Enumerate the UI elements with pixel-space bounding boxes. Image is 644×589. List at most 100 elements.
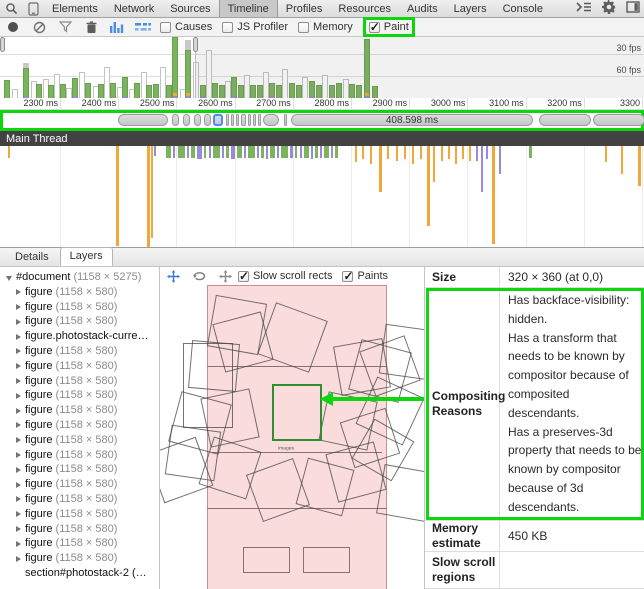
layer-outline[interactable] — [379, 324, 425, 380]
frame-pill[interactable] — [263, 114, 279, 126]
disclosure-triangle-icon[interactable] — [16, 511, 21, 517]
frame-pill[interactable] — [183, 114, 190, 126]
checkbox-causes[interactable]: Causes — [160, 21, 212, 33]
selected-layer-rect[interactable] — [272, 384, 322, 441]
frame-pill[interactable] — [194, 114, 201, 126]
disclosure-triangle-icon[interactable] — [6, 276, 12, 281]
frame-pill[interactable] — [539, 114, 591, 126]
layer-tree-item[interactable]: figure(1158 × 580) — [0, 344, 159, 359]
flame-event-bar[interactable] — [231, 146, 235, 159]
disclosure-triangle-icon[interactable] — [16, 393, 21, 399]
show-drawer-icon[interactable] — [576, 1, 592, 16]
checkbox-memory[interactable]: Memory — [298, 21, 353, 33]
frame-pill[interactable] — [118, 114, 168, 126]
tab-layers[interactable]: Layers — [60, 247, 113, 266]
layer-tree-item[interactable]: figure(1158 × 580) — [0, 477, 159, 492]
disclosure-triangle-icon[interactable] — [16, 304, 21, 310]
flame-event-bar[interactable] — [529, 146, 532, 158]
flame-event-bar[interactable] — [441, 146, 443, 161]
flame-event-bar[interactable] — [222, 146, 224, 158]
disclosure-triangle-icon[interactable] — [16, 452, 21, 458]
flame-event-bar[interactable] — [226, 146, 229, 158]
frame-pill[interactable] — [284, 114, 287, 126]
tab-resources[interactable]: Resources — [330, 0, 399, 17]
layer-tree-item[interactable]: figure(1158 × 580) — [0, 359, 159, 374]
flame-event-bar[interactable] — [448, 146, 450, 159]
flame-event-bar[interactable] — [486, 146, 488, 159]
tab-profiles[interactable]: Profiles — [278, 0, 331, 17]
flame-event-bar[interactable] — [420, 146, 422, 159]
flame-event-bar[interactable] — [492, 146, 495, 244]
frame-pill[interactable] — [236, 114, 239, 126]
frame-pill[interactable] — [241, 114, 246, 126]
record-icon[interactable] — [0, 18, 26, 36]
flame-event-bar[interactable] — [178, 146, 185, 158]
frame-pill[interactable] — [248, 114, 251, 126]
flame-event-bar[interactable] — [481, 146, 483, 192]
device-icon[interactable] — [22, 0, 44, 17]
frames-band[interactable]: 408.598 ms — [0, 110, 644, 131]
layer-tree-item[interactable]: figure(1158 × 580) — [0, 388, 159, 403]
frame-pill[interactable] — [593, 114, 644, 126]
flame-event-bar[interactable] — [244, 146, 246, 158]
flame-event-bar[interactable] — [213, 146, 220, 158]
disclosure-triangle-icon[interactable] — [16, 541, 21, 547]
flame-event-bar[interactable] — [412, 146, 414, 164]
layer-tree-item[interactable]: section#photostack-2 (… — [0, 566, 159, 581]
flame-event-bar[interactable] — [147, 146, 150, 248]
layer-tree-item[interactable]: figure(1158 × 580) — [0, 314, 159, 329]
search-icon[interactable] — [0, 0, 22, 17]
frame-pill[interactable] — [231, 114, 234, 126]
layer-outline[interactable] — [188, 340, 240, 392]
disclosure-triangle-icon[interactable] — [16, 408, 21, 414]
disclosure-triangle-icon[interactable] — [16, 437, 21, 443]
layer-tree-item[interactable]: figure(1158 × 580) — [0, 448, 159, 463]
disclosure-triangle-icon[interactable] — [16, 496, 21, 502]
frame-pill[interactable] — [258, 114, 261, 126]
frame-pill[interactable]: 408.598 ms — [291, 114, 533, 126]
flame-event-bar[interactable] — [277, 146, 279, 158]
flame-event-bar[interactable] — [455, 146, 457, 164]
flame-event-bar[interactable] — [209, 146, 211, 158]
main-thread-header[interactable]: Main Thread — [0, 131, 644, 146]
layer-tree-item[interactable]: figure.photostack-curre… — [0, 329, 159, 344]
settings-icon[interactable] — [602, 0, 616, 17]
frame-pill[interactable] — [204, 114, 211, 126]
layer-tree-item[interactable]: #document(1158 × 5275) — [0, 270, 159, 285]
flame-event-bar[interactable] — [331, 146, 333, 158]
trash-icon[interactable] — [78, 18, 104, 36]
pan-icon[interactable] — [160, 267, 186, 285]
flame-event-bar[interactable] — [204, 146, 206, 158]
disclosure-triangle-icon[interactable] — [16, 334, 21, 340]
layer-tree[interactable]: #document(1158 × 5275) figure(1158 × 580)… — [0, 267, 160, 589]
flame-event-bar[interactable] — [191, 146, 195, 158]
flame-event-bar[interactable] — [370, 146, 372, 164]
tab-network[interactable]: Network — [106, 0, 162, 17]
checkbox-box[interactable] — [238, 271, 249, 282]
disclosure-triangle-icon[interactable] — [16, 526, 21, 532]
flame-event-bar[interactable] — [187, 146, 189, 158]
layers-3d-view[interactable]: images — [160, 285, 425, 589]
frame-pill[interactable] — [253, 114, 256, 126]
flame-event-bar[interactable] — [154, 146, 156, 156]
tab-audits[interactable]: Audits — [399, 0, 446, 17]
layer-tree-item[interactable]: figure(1158 × 580) — [0, 507, 159, 522]
disclosure-triangle-icon[interactable] — [16, 378, 21, 384]
layer-tree-item[interactable]: figure(1158 × 580) — [0, 433, 159, 448]
flame-event-bar[interactable] — [248, 146, 255, 158]
frame-pill[interactable] — [172, 114, 179, 126]
flame-event-bar[interactable] — [197, 146, 202, 159]
flame-event-bar[interactable] — [362, 146, 364, 159]
flame-event-bar[interactable] — [355, 146, 357, 162]
flame-event-bar[interactable] — [266, 146, 268, 159]
flame-event-bar[interactable] — [324, 146, 329, 158]
disclosure-triangle-icon[interactable] — [16, 467, 21, 473]
checkbox-box[interactable] — [369, 22, 380, 33]
tab-timeline[interactable]: Timeline — [219, 0, 278, 17]
flame-event-bar[interactable] — [396, 146, 398, 161]
disclosure-triangle-icon[interactable] — [16, 319, 21, 325]
layer-tree-item[interactable]: figure(1158 × 580) — [0, 300, 159, 315]
flame-event-bar[interactable] — [476, 146, 478, 161]
framechart-icon[interactable] — [104, 18, 130, 36]
checkbox-slow-scroll-rects[interactable]: Slow scroll rects — [238, 270, 332, 282]
